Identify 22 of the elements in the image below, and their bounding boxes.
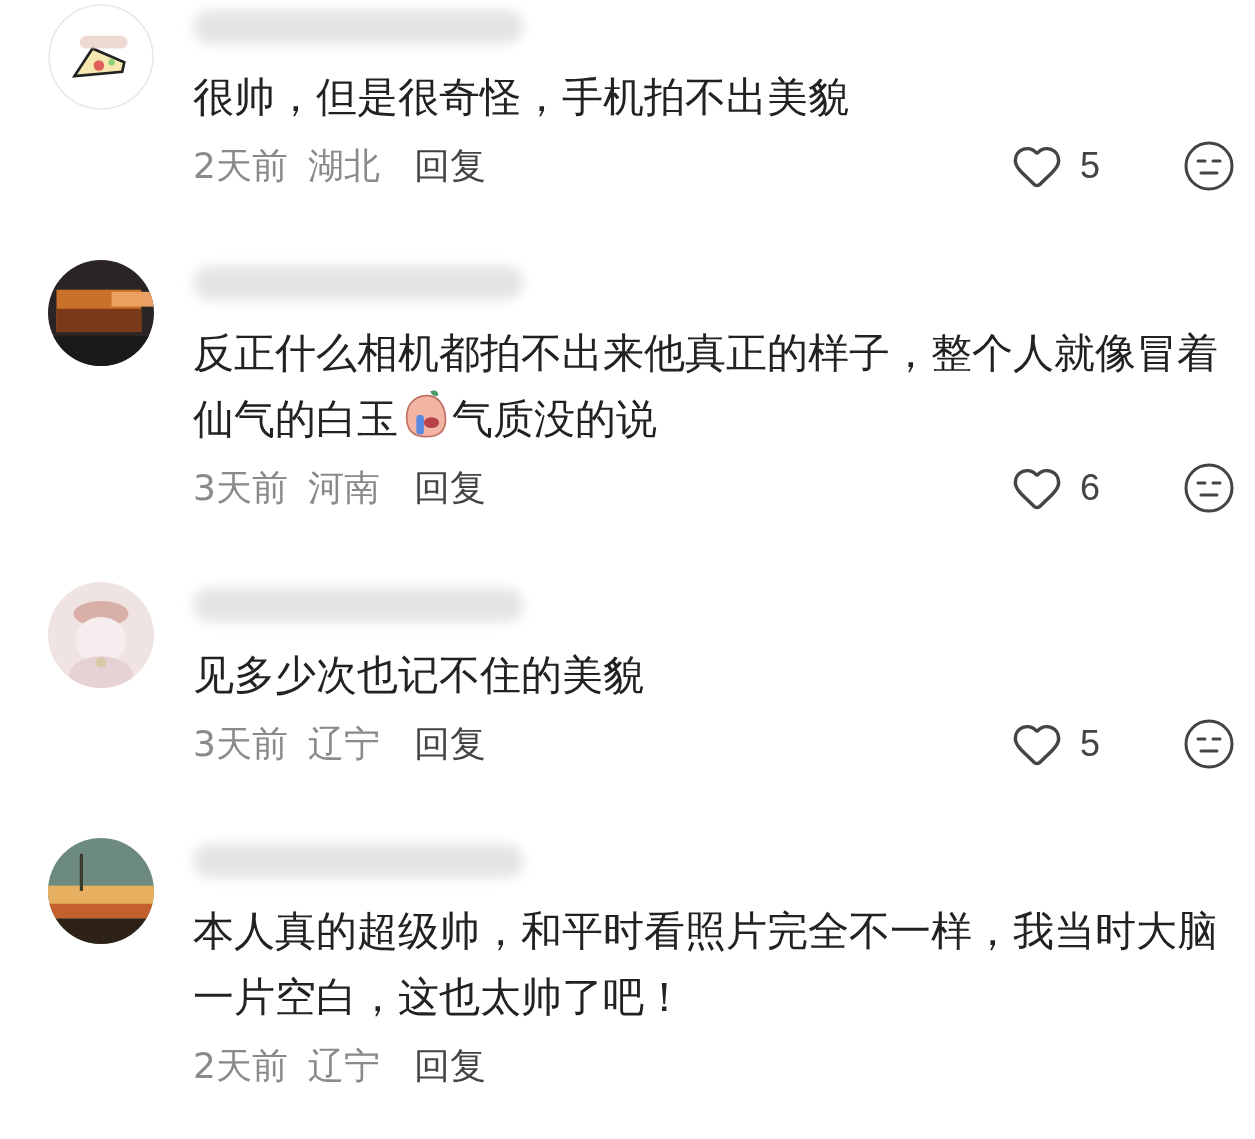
comment-text: 见多少次也记不住的美貌 (193, 650, 645, 701)
comment-region: 辽宁 (307, 1043, 380, 1088)
reply-link[interactable]: 回复 (413, 141, 486, 191)
reply-link[interactable]: 回复 (413, 719, 486, 769)
comment-time: 2天前 (193, 1043, 288, 1088)
like-button[interactable]: 6 (1011, 462, 1105, 514)
like-button[interactable]: 5 (1011, 718, 1105, 770)
comment-time: 3天前 (193, 721, 288, 766)
comment-time: 3天前 (193, 465, 288, 510)
comment-text: 反正什么相机都拍不出来他真正的样子，整个人就像冒着仙气的白玉 气质没的说 (193, 328, 1219, 445)
comment-region: 河南 (307, 465, 380, 510)
comment-region: 辽宁 (307, 721, 380, 766)
comment-text: 本人真的超级帅，和平时看照片完全不一样，我当时大脑一片空白，这也太帅了吧！ (193, 906, 1219, 1023)
neutral-face-icon[interactable] (1183, 462, 1235, 514)
comment-text: 很帅，但是很奇怪，手机拍不出美貌 (193, 72, 850, 123)
neutral-face-icon[interactable] (1183, 718, 1235, 770)
neutral-face-icon[interactable] (1183, 140, 1235, 192)
comment-time: 2天前 (193, 143, 288, 188)
reply-link[interactable]: 回复 (413, 463, 486, 513)
reply-link[interactable]: 回复 (413, 1041, 486, 1091)
comment-region: 湖北 (307, 143, 380, 188)
like-button[interactable]: 5 (1011, 140, 1105, 192)
